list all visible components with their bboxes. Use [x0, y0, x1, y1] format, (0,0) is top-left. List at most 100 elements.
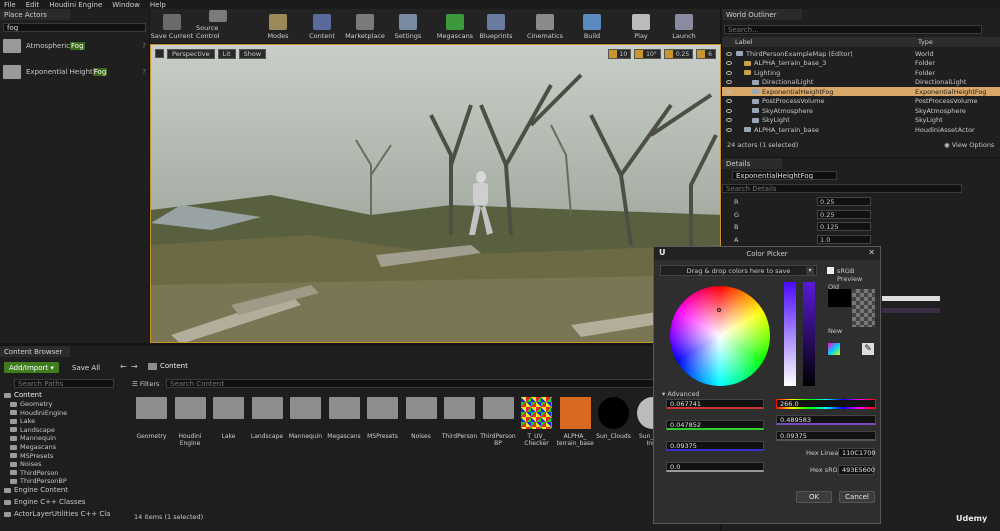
outliner-row[interactable]: SkyAtmosphere SkyAtmosphere — [722, 106, 1000, 115]
color-themes-dropdown[interactable]: Drag & drop colors here to save ▾ — [660, 265, 817, 276]
visibility-eye-icon[interactable] — [726, 70, 732, 75]
outliner-row[interactable]: ThirdPersonExampleMap (Editor) World — [722, 49, 1000, 58]
perspective-button[interactable]: Perspective — [167, 49, 215, 59]
snap-control[interactable]: 10° — [634, 49, 661, 59]
outliner-row[interactable]: ALPHA_terrain_base_3 Folder — [722, 59, 1000, 68]
outliner-row[interactable]: ALPHA_terrain_base HoudiniAssetActor — [722, 125, 1000, 134]
hue-field[interactable]: 266.0 — [776, 399, 876, 409]
asset-tile[interactable]: T_UV_ Checker — [518, 391, 555, 491]
asset-tile[interactable]: ALPHA_ terrain_base — [557, 391, 594, 491]
asset-tile[interactable]: Megascans — [326, 391, 363, 491]
channel-value-field[interactable]: 1.0 — [817, 234, 871, 244]
outliner-row[interactable]: DirectionalLight DirectionalLight — [722, 78, 1000, 87]
menu-item-houdini-engine[interactable]: Houdini Engine — [49, 1, 102, 9]
snap-toggle-icon[interactable] — [697, 50, 706, 58]
red-channel-field[interactable]: 0.067741 — [666, 399, 764, 409]
tree-item[interactable]: Geometry — [10, 400, 52, 408]
asset-tile[interactable]: ThirdPerson — [441, 391, 478, 491]
visibility-eye-icon[interactable] — [726, 99, 732, 103]
ok-button[interactable]: OK — [796, 491, 832, 503]
toolbar-source-control-button[interactable]: Source Control — [196, 10, 240, 40]
toolbar-cinematics-button[interactable]: Cinematics — [523, 10, 567, 40]
col-type-header[interactable]: Type — [918, 38, 933, 46]
toolbar-megascans-button[interactable]: Megascans — [433, 10, 477, 40]
asset-tile[interactable]: MSPresets — [364, 391, 401, 491]
green-channel-field[interactable]: 0.047852 — [666, 420, 764, 430]
toolbar-marketplace-button[interactable]: Marketplace — [343, 10, 387, 40]
search-paths-input[interactable] — [14, 379, 114, 388]
color-swatch-bar[interactable] — [882, 296, 940, 301]
asset-tile[interactable]: Landscape — [249, 391, 286, 491]
nav-forward-icon[interactable]: → — [131, 362, 138, 371]
outliner-row[interactable]: PostProcessVolume PostProcessVolume — [722, 97, 1000, 106]
content-path[interactable]: Content — [160, 362, 188, 370]
help-icon[interactable]: ? — [142, 68, 146, 76]
eyedropper-icon[interactable]: ✎ — [862, 343, 874, 355]
outliner-row[interactable]: SkyLight SkyLight — [722, 116, 1000, 125]
color-picker-title-bar[interactable]: U Color Picker ✕ — [654, 247, 880, 260]
place-actors-search-input[interactable] — [3, 23, 146, 32]
add-import-button[interactable]: Add/Import ▾ — [4, 362, 59, 373]
help-icon[interactable]: ? — [142, 42, 146, 50]
tree-item[interactable]: Lake — [10, 417, 35, 425]
view-options-button[interactable]: ◉ View Options — [944, 141, 994, 149]
snap-control[interactable]: 10 — [607, 49, 632, 59]
outliner-row[interactable]: ExponentialHeightFog ExponentialHeightFog — [722, 87, 1000, 96]
value-field[interactable]: 0.09375 — [776, 431, 876, 441]
snap-toggle-icon[interactable] — [635, 50, 644, 58]
snap-control[interactable]: 0.25 — [663, 49, 694, 59]
tree-item[interactable]: Megascans — [10, 443, 56, 451]
advanced-toggle[interactable]: ▾ Advanced — [662, 390, 699, 398]
tree-item[interactable]: Content — [4, 391, 42, 399]
snap-control[interactable]: 6 — [696, 49, 716, 59]
asset-tile[interactable]: Houdini Engine — [172, 391, 209, 491]
toolbar-modes-button[interactable]: Modes — [256, 10, 300, 40]
content-browser-tab[interactable]: Content Browser — [0, 346, 70, 357]
blue-channel-field[interactable]: 0.09375 — [666, 441, 764, 451]
details-search-input[interactable] — [722, 184, 962, 193]
asset-tile[interactable]: Sun_Clouds — [595, 391, 632, 491]
color-wheel[interactable] — [670, 286, 770, 386]
srgb-preview-checkbox[interactable] — [827, 267, 834, 274]
toolbar-save-current-button[interactable]: Save Current — [150, 10, 194, 40]
menu-item-help[interactable]: Help — [150, 1, 166, 9]
asset-tile[interactable]: Geometry — [133, 391, 170, 491]
place-actor-item[interactable]: Exponential Height Fog? — [3, 63, 146, 81]
visibility-eye-icon[interactable] — [726, 127, 732, 132]
tree-item[interactable]: ThirdPersonBP — [10, 477, 67, 485]
hex-srgb-field[interactable]: 493E5600 — [838, 465, 875, 475]
tree-item[interactable]: Mannequin — [10, 434, 56, 442]
hex-linear-field[interactable]: 110C1700 — [838, 448, 876, 458]
tree-item[interactable]: ActorLayerUtilities C++ Cla — [4, 510, 110, 518]
color-swatch-bar-2[interactable] — [882, 308, 940, 313]
show-button[interactable]: Show — [238, 49, 267, 59]
visibility-eye-icon[interactable] — [726, 51, 732, 56]
menu-item-file[interactable]: File — [4, 1, 16, 9]
snap-toggle-icon[interactable] — [608, 50, 617, 58]
visibility-eye-icon[interactable] — [726, 118, 732, 122]
saturation-slider[interactable] — [784, 282, 796, 386]
toolbar-launch-button[interactable]: Launch — [662, 10, 706, 40]
channel-value-field[interactable]: 0.25 — [817, 209, 871, 219]
color-wheel-toggle-icon[interactable] — [828, 343, 840, 355]
search-content-input[interactable] — [166, 379, 720, 388]
nav-back-icon[interactable]: ← — [120, 362, 127, 371]
tree-item[interactable]: Landscape — [10, 426, 55, 434]
place-actors-tab[interactable]: Place Actors — [0, 9, 70, 20]
menu-item-window[interactable]: Window — [112, 1, 140, 9]
close-icon[interactable]: ✕ — [868, 248, 875, 257]
toolbar-settings-button[interactable]: Settings — [386, 10, 430, 40]
tree-item[interactable]: MSPresets — [10, 452, 53, 460]
save-all-button[interactable]: Save All — [72, 362, 100, 373]
toolbar-content-button[interactable]: Content — [300, 10, 344, 40]
world-outliner-tab[interactable]: World Outliner — [722, 9, 802, 20]
menu-item-edit[interactable]: Edit — [26, 1, 40, 9]
toolbar-blueprints-button[interactable]: Blueprints — [474, 10, 518, 40]
details-tab[interactable]: Details — [722, 158, 782, 169]
cancel-button[interactable]: Cancel — [839, 491, 875, 503]
visibility-eye-icon[interactable] — [726, 89, 732, 94]
actor-name-field[interactable] — [732, 171, 837, 180]
outliner-search-input[interactable] — [724, 25, 982, 34]
asset-tile[interactable]: ThirdPerson BP — [480, 391, 517, 491]
tree-item[interactable]: Engine Content — [4, 486, 68, 494]
